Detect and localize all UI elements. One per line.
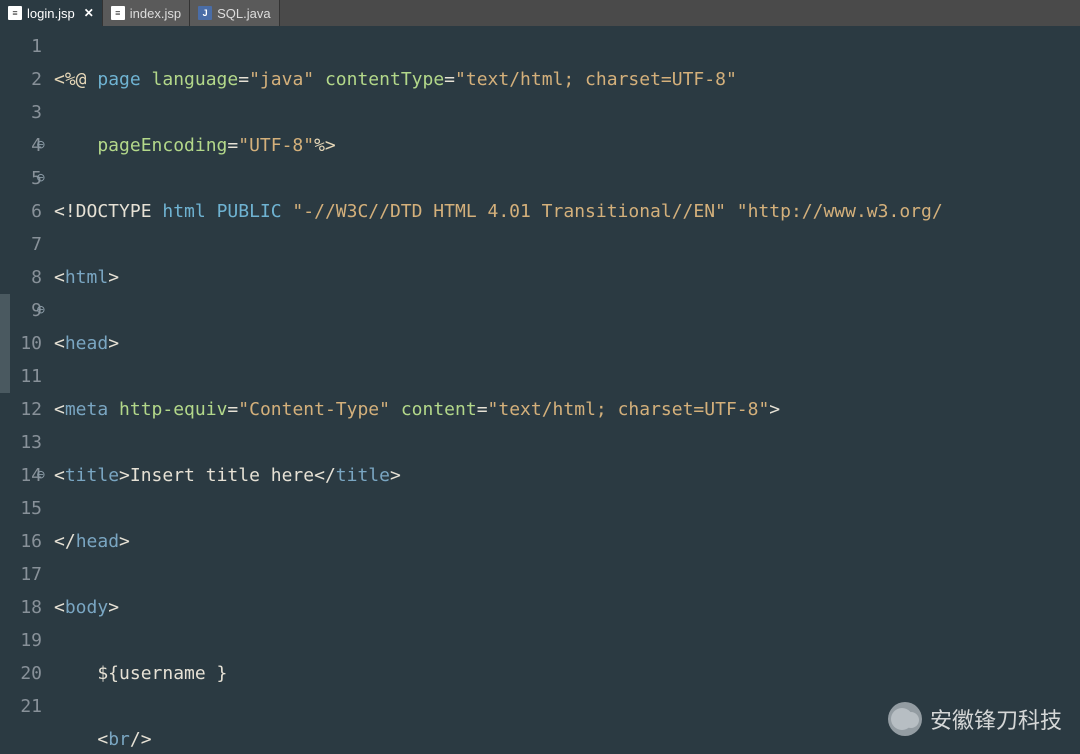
line-number: 1	[2, 30, 42, 63]
tab-index-jsp[interactable]: ≡ index.jsp	[103, 0, 190, 26]
line-number: 16	[2, 525, 42, 558]
java-file-icon: J	[198, 6, 212, 20]
line-number: 20	[2, 657, 42, 690]
code-area[interactable]: <%@ page language="java" contentType="te…	[50, 26, 1080, 754]
close-icon[interactable]: ✕	[84, 6, 94, 20]
code-line: <head>	[54, 327, 1080, 360]
watermark: 安徽锋刀科技	[888, 702, 1062, 736]
line-number: 12	[2, 393, 42, 426]
code-line: <meta http-equiv="Content-Type" content=…	[54, 393, 1080, 426]
line-number: 13	[2, 426, 42, 459]
line-number: 7	[2, 228, 42, 261]
tab-label: login.jsp	[27, 6, 75, 21]
line-number: 8	[2, 261, 42, 294]
line-number: 18	[2, 591, 42, 624]
code-editor: 1 2 3 4⊖ 5⊖ 6 7 8 9⊖ 10 11 12 13 14⊖ 15 …	[0, 26, 1080, 754]
code-line: <body>	[54, 591, 1080, 624]
fold-toggle-icon[interactable]: ⊖	[37, 162, 45, 195]
line-number: 14⊖	[2, 459, 42, 492]
line-number: 5⊖	[2, 162, 42, 195]
line-number: 17	[2, 558, 42, 591]
fold-toggle-icon[interactable]: ⊖	[37, 459, 45, 492]
code-line: <!DOCTYPE html PUBLIC "-//W3C//DTD HTML …	[54, 195, 1080, 228]
tab-login-jsp[interactable]: ≡ login.jsp ✕	[0, 0, 103, 26]
line-number: 10	[2, 327, 42, 360]
line-number-gutter: 1 2 3 4⊖ 5⊖ 6 7 8 9⊖ 10 11 12 13 14⊖ 15 …	[0, 26, 50, 754]
jsp-file-icon: ≡	[8, 6, 22, 20]
watermark-text: 安徽锋刀科技	[930, 703, 1062, 735]
line-number: 3	[2, 96, 42, 129]
code-line: <html>	[54, 261, 1080, 294]
line-number: 19	[2, 624, 42, 657]
editor-tab-bar: ≡ login.jsp ✕ ≡ index.jsp J SQL.java	[0, 0, 1080, 26]
code-line: </head>	[54, 525, 1080, 558]
fold-toggle-icon[interactable]: ⊖	[37, 294, 45, 327]
line-number: 2	[2, 63, 42, 96]
line-number: 21	[2, 690, 42, 723]
line-number: 9⊖	[2, 294, 42, 327]
code-line: ${username }	[54, 657, 1080, 690]
code-line: pageEncoding="UTF-8"%>	[54, 129, 1080, 162]
line-number: 11	[2, 360, 42, 393]
code-line: <%@ page language="java" contentType="te…	[54, 63, 1080, 96]
wechat-icon	[888, 702, 922, 736]
tab-label: SQL.java	[217, 6, 270, 21]
code-line: <title>Insert title here</title>	[54, 459, 1080, 492]
tab-sql-java[interactable]: J SQL.java	[190, 0, 279, 26]
line-number: 6	[2, 195, 42, 228]
fold-toggle-icon[interactable]: ⊖	[37, 129, 45, 162]
tab-label: index.jsp	[130, 6, 181, 21]
jsp-file-icon: ≡	[111, 6, 125, 20]
line-number: 4⊖	[2, 129, 42, 162]
line-number: 15	[2, 492, 42, 525]
